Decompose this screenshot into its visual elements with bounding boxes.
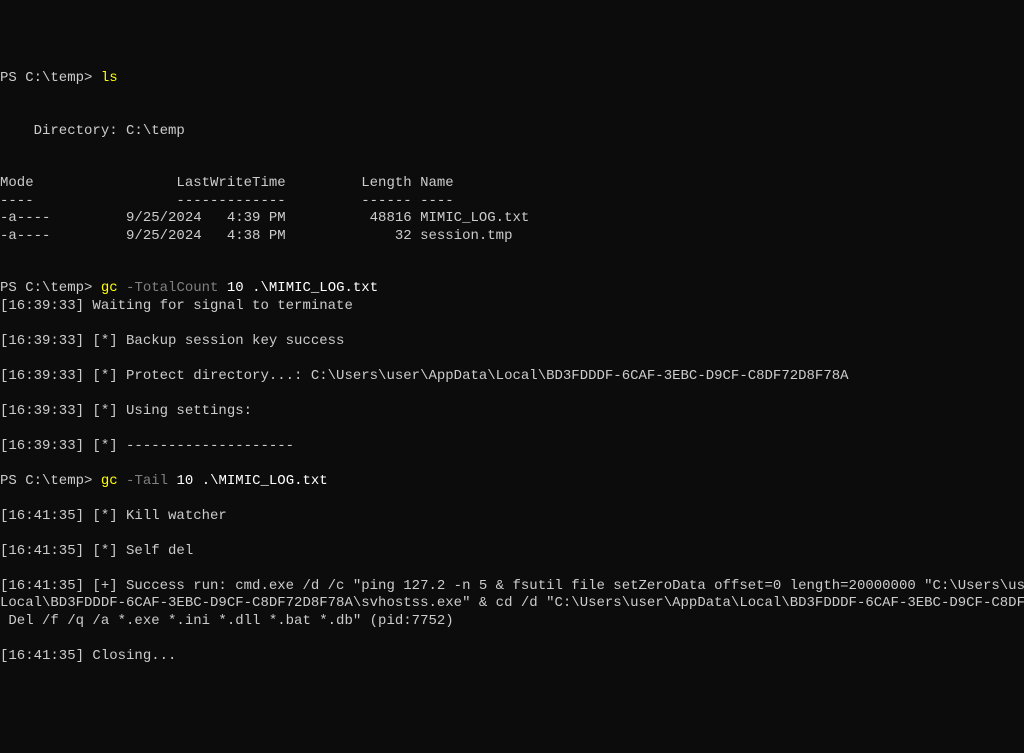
terminal-line: [16:39:33] [*] Backup session key succes… <box>0 333 1024 351</box>
terminal-segment: 10 <box>176 473 201 489</box>
terminal-segment: ---- ------------- ------ ---- <box>0 193 454 209</box>
terminal-segment: PS C:\temp> <box>0 280 101 296</box>
terminal-line <box>0 560 1024 578</box>
terminal-line: Del /f /q /a *.exe *.ini *.dll *.bat *.d… <box>0 613 1024 631</box>
terminal-segment: -a---- 9/25/2024 4:38 PM 32 session.tmp <box>0 228 512 244</box>
terminal-segment: [16:41:35] [*] Kill watcher <box>0 508 227 524</box>
terminal-segment: Directory: C:\temp <box>0 123 185 139</box>
terminal-line: [16:41:35] [+] Success run: cmd.exe /d /… <box>0 578 1024 596</box>
terminal-line <box>0 105 1024 123</box>
terminal-line: Local\BD3FDDDF-6CAF-3EBC-D9CF-C8DF72D8F7… <box>0 595 1024 613</box>
terminal-line: [16:39:33] [*] Using settings: <box>0 403 1024 421</box>
terminal-segment: ls <box>101 70 118 86</box>
terminal-segment: Del /f /q /a *.exe *.ini *.dll *.bat *.d… <box>0 613 454 629</box>
terminal-line: ---- ------------- ------ ---- <box>0 193 1024 211</box>
terminal-line <box>0 158 1024 176</box>
terminal-segment: -TotalCount <box>126 280 227 296</box>
terminal-line: -a---- 9/25/2024 4:39 PM 48816 MIMIC_LOG… <box>0 210 1024 228</box>
terminal-line <box>0 455 1024 473</box>
terminal-segment: [16:41:35] Closing... <box>0 648 176 664</box>
terminal-line <box>0 88 1024 106</box>
terminal-line <box>0 385 1024 403</box>
terminal-line <box>0 490 1024 508</box>
terminal-segment: Local\BD3FDDDF-6CAF-3EBC-D9CF-C8DF72D8F7… <box>0 595 1024 611</box>
terminal-segment: -Tail <box>126 473 176 489</box>
terminal-line: [16:39:33] Waiting for signal to termina… <box>0 298 1024 316</box>
terminal-segment: Mode LastWriteTime Length Name <box>0 175 454 191</box>
terminal-segment: PS C:\temp> <box>0 70 101 86</box>
terminal-segment: [16:41:35] [+] Success run: cmd.exe /d /… <box>0 578 1024 594</box>
terminal-segment: .\MIMIC_LOG.txt <box>202 473 328 489</box>
terminal-segment: [16:39:33] [*] Backup session key succes… <box>0 333 344 349</box>
terminal-line: PS C:\temp> ls <box>0 70 1024 88</box>
terminal-line: PS C:\temp> gc -Tail 10 .\MIMIC_LOG.txt <box>0 473 1024 491</box>
terminal-segment: [16:39:33] [*] Using settings: <box>0 403 252 419</box>
terminal-segment: [16:41:35] [*] Self del <box>0 543 193 559</box>
terminal-segment: .\MIMIC_LOG.txt <box>252 280 378 296</box>
terminal-line: -a---- 9/25/2024 4:38 PM 32 session.tmp <box>0 228 1024 246</box>
terminal-line <box>0 525 1024 543</box>
terminal-segment: 10 <box>227 280 252 296</box>
terminal-line: [16:39:33] [*] Protect directory...: C:\… <box>0 368 1024 386</box>
terminal-segment: PS C:\temp> <box>0 473 101 489</box>
terminal-line <box>0 263 1024 281</box>
terminal-line <box>0 630 1024 648</box>
terminal-segment: -a---- 9/25/2024 4:39 PM 48816 MIMIC_LOG… <box>0 210 529 226</box>
terminal-segment: gc <box>101 280 126 296</box>
terminal-line: [16:41:35] Closing... <box>0 648 1024 666</box>
terminal-line: [16:39:33] [*] -------------------- <box>0 438 1024 456</box>
terminal-line: Mode LastWriteTime Length Name <box>0 175 1024 193</box>
terminal-line: [16:41:35] [*] Self del <box>0 543 1024 561</box>
terminal-line <box>0 350 1024 368</box>
terminal-line <box>0 140 1024 158</box>
terminal-segment: [16:39:33] [*] Protect directory...: C:\… <box>0 368 849 384</box>
terminal-output[interactable]: PS C:\temp> ls Directory: C:\temp Mode L… <box>0 70 1024 665</box>
terminal-segment: gc <box>101 473 126 489</box>
terminal-segment: [16:39:33] Waiting for signal to termina… <box>0 298 353 314</box>
terminal-line <box>0 245 1024 263</box>
terminal-line: Directory: C:\temp <box>0 123 1024 141</box>
terminal-line: PS C:\temp> gc -TotalCount 10 .\MIMIC_LO… <box>0 280 1024 298</box>
terminal-line <box>0 315 1024 333</box>
terminal-line: [16:41:35] [*] Kill watcher <box>0 508 1024 526</box>
terminal-segment: [16:39:33] [*] -------------------- <box>0 438 294 454</box>
terminal-line <box>0 420 1024 438</box>
